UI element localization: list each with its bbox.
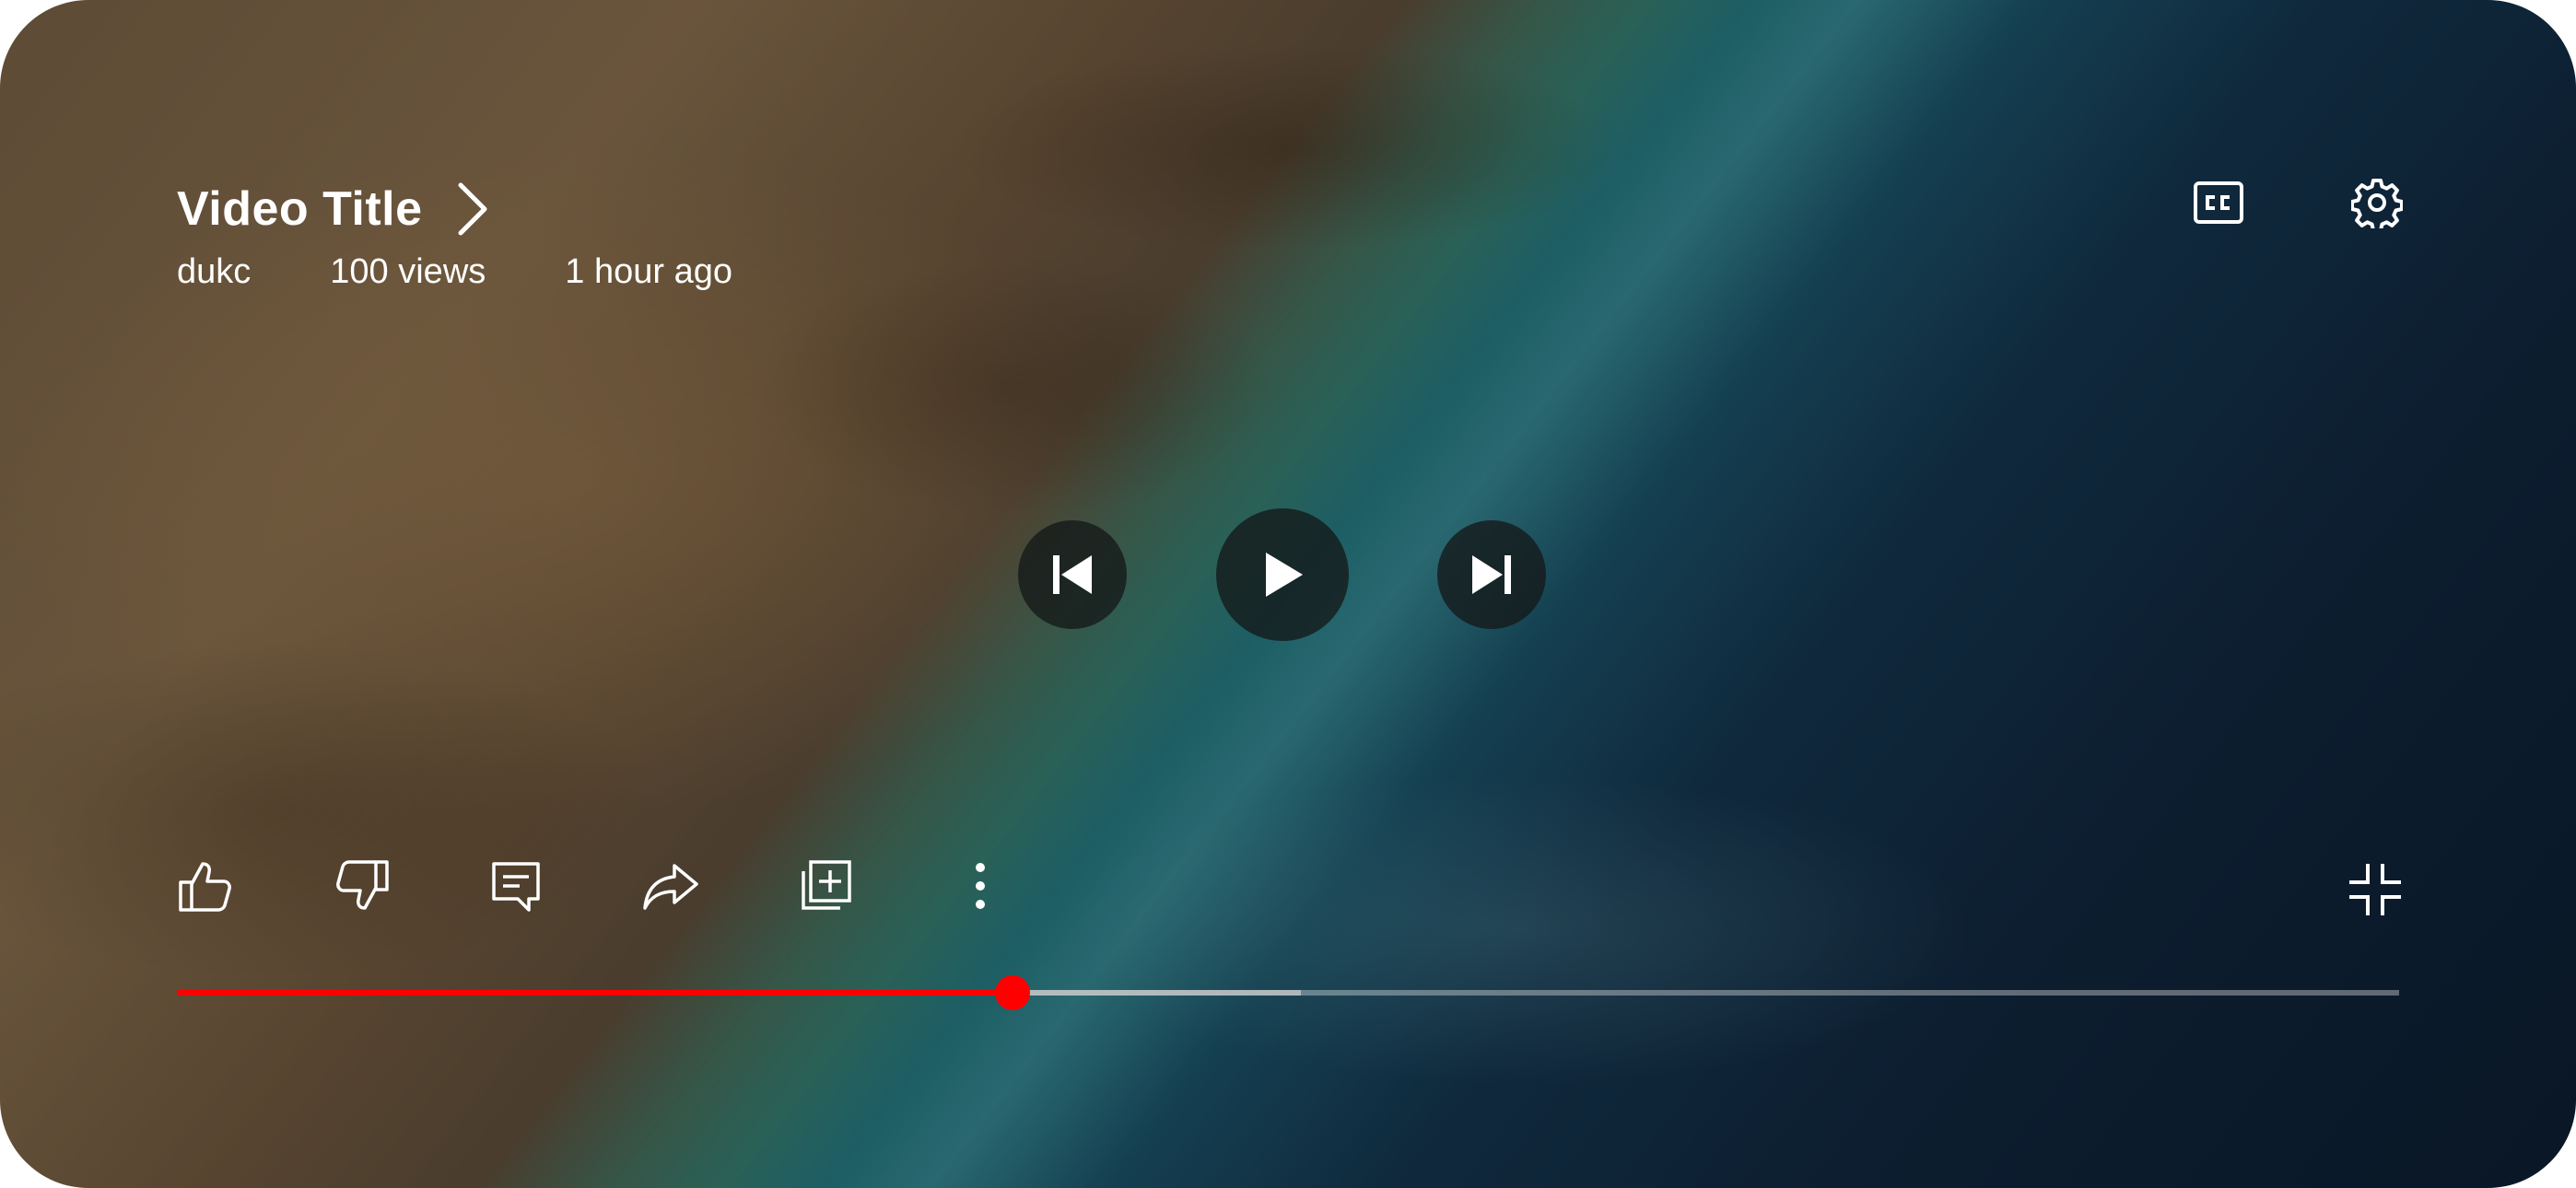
seek-bar[interactable] <box>177 975 2399 1010</box>
video-title-row[interactable]: Video Title <box>177 177 493 241</box>
skip-next-icon <box>1467 550 1516 600</box>
play-button[interactable] <box>1216 508 1349 641</box>
upload-age: 1 hour ago <box>565 252 732 291</box>
thumbs-down-icon[interactable] <box>332 856 391 915</box>
played-progress <box>177 990 1013 996</box>
seek-thumb[interactable] <box>994 975 1030 1010</box>
closed-captions-icon[interactable] <box>2191 175 2246 230</box>
top-right-controls <box>2191 175 2405 230</box>
chevron-right-icon[interactable] <box>451 177 493 241</box>
skip-previous-icon <box>1048 550 1097 600</box>
gear-icon[interactable] <box>2349 175 2405 230</box>
previous-button[interactable] <box>1018 520 1127 629</box>
view-count: 100 views <box>330 252 486 291</box>
next-button[interactable] <box>1437 520 1546 629</box>
video-player[interactable]: Video Title dukc 100 views 1 hour ago <box>0 0 2576 1188</box>
more-vert-icon[interactable] <box>951 856 1010 915</box>
channel-name[interactable]: dukc <box>177 252 251 292</box>
comment-icon[interactable] <box>486 856 545 915</box>
add-to-playlist-icon[interactable] <box>796 856 855 915</box>
play-icon <box>1257 547 1308 602</box>
thumbs-up-icon[interactable] <box>177 856 236 915</box>
video-title[interactable]: Video Title <box>177 181 423 237</box>
action-bar <box>177 856 1010 915</box>
exit-fullscreen-icon[interactable] <box>2346 860 2405 919</box>
video-meta: dukc 100 views 1 hour ago <box>177 252 732 292</box>
share-icon[interactable] <box>641 856 700 915</box>
